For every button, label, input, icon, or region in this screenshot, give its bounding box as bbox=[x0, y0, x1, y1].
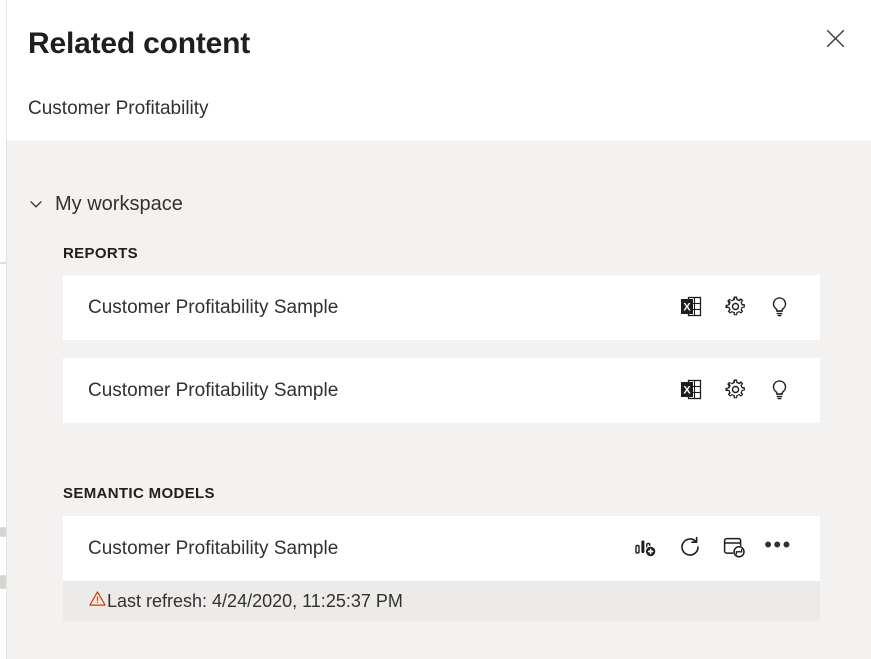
analyze-in-excel-button[interactable]: X bbox=[669, 286, 713, 330]
page-title: Related content bbox=[28, 22, 250, 66]
underlying-page-sliver bbox=[0, 0, 7, 659]
settings-button[interactable] bbox=[713, 286, 757, 330]
lightbulb-icon bbox=[768, 378, 791, 404]
more-options-button[interactable]: ••• bbox=[756, 527, 800, 571]
list-item[interactable]: Customer Profitability Sample bbox=[63, 516, 820, 581]
background-artifact bbox=[0, 262, 6, 264]
more-options-icon: ••• bbox=[764, 540, 792, 550]
quick-insights-button[interactable] bbox=[757, 369, 801, 413]
workspace-group-toggle[interactable]: My workspace bbox=[28, 191, 183, 217]
status-badge: Last refresh: 4/24/2020, 11:25:37 PM bbox=[89, 590, 403, 612]
warning-triangle-icon bbox=[89, 590, 106, 612]
last-refresh-text: Last refresh: 4/24/2020, 11:25:37 PM bbox=[107, 591, 403, 612]
background-artifact bbox=[0, 527, 6, 537]
refresh-now-button[interactable] bbox=[668, 527, 712, 571]
analyze-in-excel-button[interactable]: X bbox=[669, 369, 713, 413]
lightbulb-icon bbox=[768, 295, 791, 321]
svg-text:X: X bbox=[683, 301, 691, 313]
background-artifact bbox=[0, 575, 6, 589]
create-report-button[interactable] bbox=[624, 527, 668, 571]
svg-text:X: X bbox=[683, 384, 691, 396]
excel-analyze-icon: X bbox=[679, 294, 704, 322]
close-icon bbox=[826, 29, 845, 51]
gear-icon bbox=[724, 295, 747, 321]
row-actions: X bbox=[669, 369, 801, 413]
refresh-icon bbox=[678, 535, 702, 562]
list-item[interactable]: Customer Profitability Sample X bbox=[63, 275, 820, 340]
schedule-refresh-icon bbox=[722, 535, 746, 562]
row-actions: X bbox=[669, 286, 801, 330]
gear-icon bbox=[724, 378, 747, 404]
section-header-semantic-models: SEMANTIC MODELS bbox=[63, 485, 215, 502]
report-name: Customer Profitability Sample bbox=[88, 297, 669, 319]
close-button[interactable] bbox=[817, 22, 853, 58]
settings-button[interactable] bbox=[713, 369, 757, 413]
schedule-refresh-button[interactable] bbox=[712, 527, 756, 571]
excel-analyze-icon: X bbox=[679, 377, 704, 405]
create-report-icon bbox=[634, 535, 658, 562]
report-name: Customer Profitability Sample bbox=[88, 380, 669, 402]
quick-insights-button[interactable] bbox=[757, 286, 801, 330]
panel-header: Related content Customer Profitability bbox=[7, 0, 871, 141]
panel-body: My workspace REPORTS Customer Profitabil… bbox=[7, 141, 871, 659]
last-refresh-status-bar: Last refresh: 4/24/2020, 11:25:37 PM bbox=[63, 581, 820, 621]
list-item[interactable]: Customer Profitability Sample X bbox=[63, 358, 820, 423]
row-actions: ••• bbox=[624, 527, 800, 571]
semantic-model-name: Customer Profitability Sample bbox=[88, 538, 624, 560]
related-content-panel: Related content Customer Profitability M… bbox=[7, 0, 871, 659]
section-header-reports: REPORTS bbox=[63, 245, 138, 262]
chevron-down-icon bbox=[28, 196, 44, 212]
panel-subtitle: Customer Profitability bbox=[28, 95, 209, 123]
workspace-name: My workspace bbox=[55, 191, 183, 217]
